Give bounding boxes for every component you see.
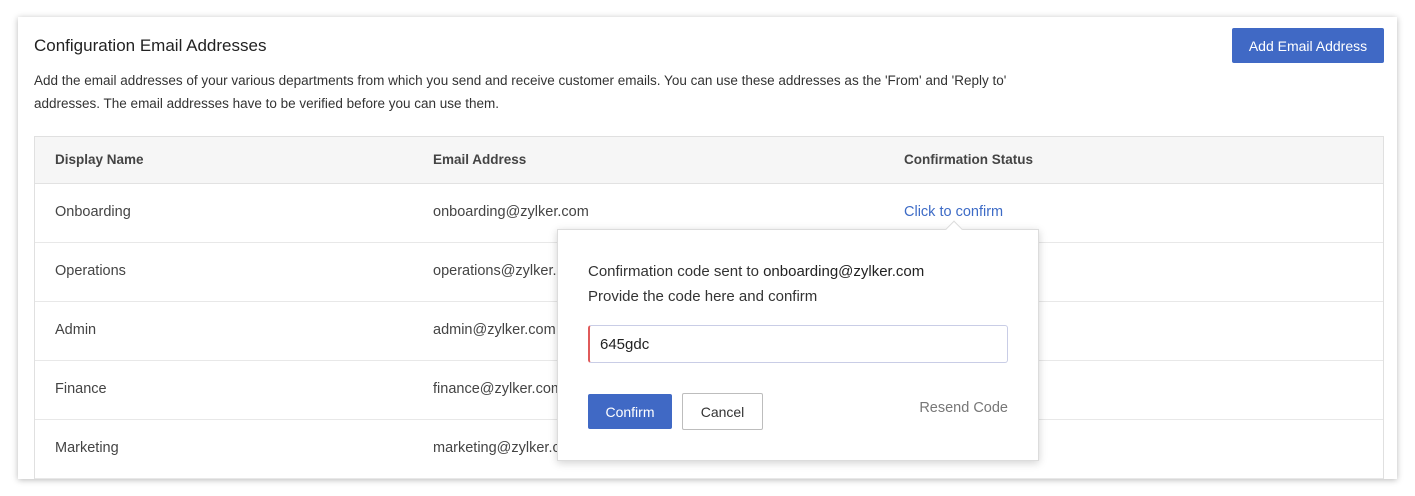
- code-sent-message: Confirmation code sent to onboarding@zyl…: [588, 263, 924, 280]
- code-sent-email: onboarding@zylker.com: [763, 263, 925, 280]
- display-name-cell: Finance: [55, 381, 107, 397]
- display-name-cell: Onboarding: [55, 204, 131, 220]
- column-header-email-address: Email Address: [433, 152, 527, 167]
- page-title: Configuration Email Addresses: [34, 36, 267, 55]
- display-name-cell: Marketing: [55, 440, 119, 456]
- code-sent-prefix: Confirmation code sent to: [588, 263, 764, 280]
- table-header: Display Name Email Address Confirmation …: [35, 137, 1383, 184]
- confirmation-popover: Confirmation code sent to onboarding@zyl…: [557, 220, 1039, 461]
- click-to-confirm-link[interactable]: Click to confirm: [904, 204, 1003, 220]
- confirmation-code-input[interactable]: [588, 325, 1008, 363]
- add-email-address-button[interactable]: Add Email Address: [1232, 28, 1384, 63]
- display-name-cell: Operations: [55, 263, 126, 279]
- confirm-button[interactable]: Confirm: [588, 394, 672, 429]
- column-header-display-name: Display Name: [55, 152, 144, 167]
- email-address-cell: finance@zylker.com: [433, 381, 563, 397]
- email-address-cell: admin@zylker.com: [433, 322, 556, 338]
- code-instruction: Provide the code here and confirm: [588, 288, 818, 305]
- page-description: Add the email addresses of your various …: [34, 73, 1007, 111]
- email-address-cell: onboarding@zylker.com: [433, 204, 589, 220]
- column-header-confirmation-status: Confirmation Status: [904, 152, 1034, 167]
- display-name-cell: Admin: [55, 322, 97, 338]
- resend-code-link[interactable]: Resend Code: [919, 400, 1008, 416]
- cancel-button[interactable]: Cancel: [682, 393, 763, 430]
